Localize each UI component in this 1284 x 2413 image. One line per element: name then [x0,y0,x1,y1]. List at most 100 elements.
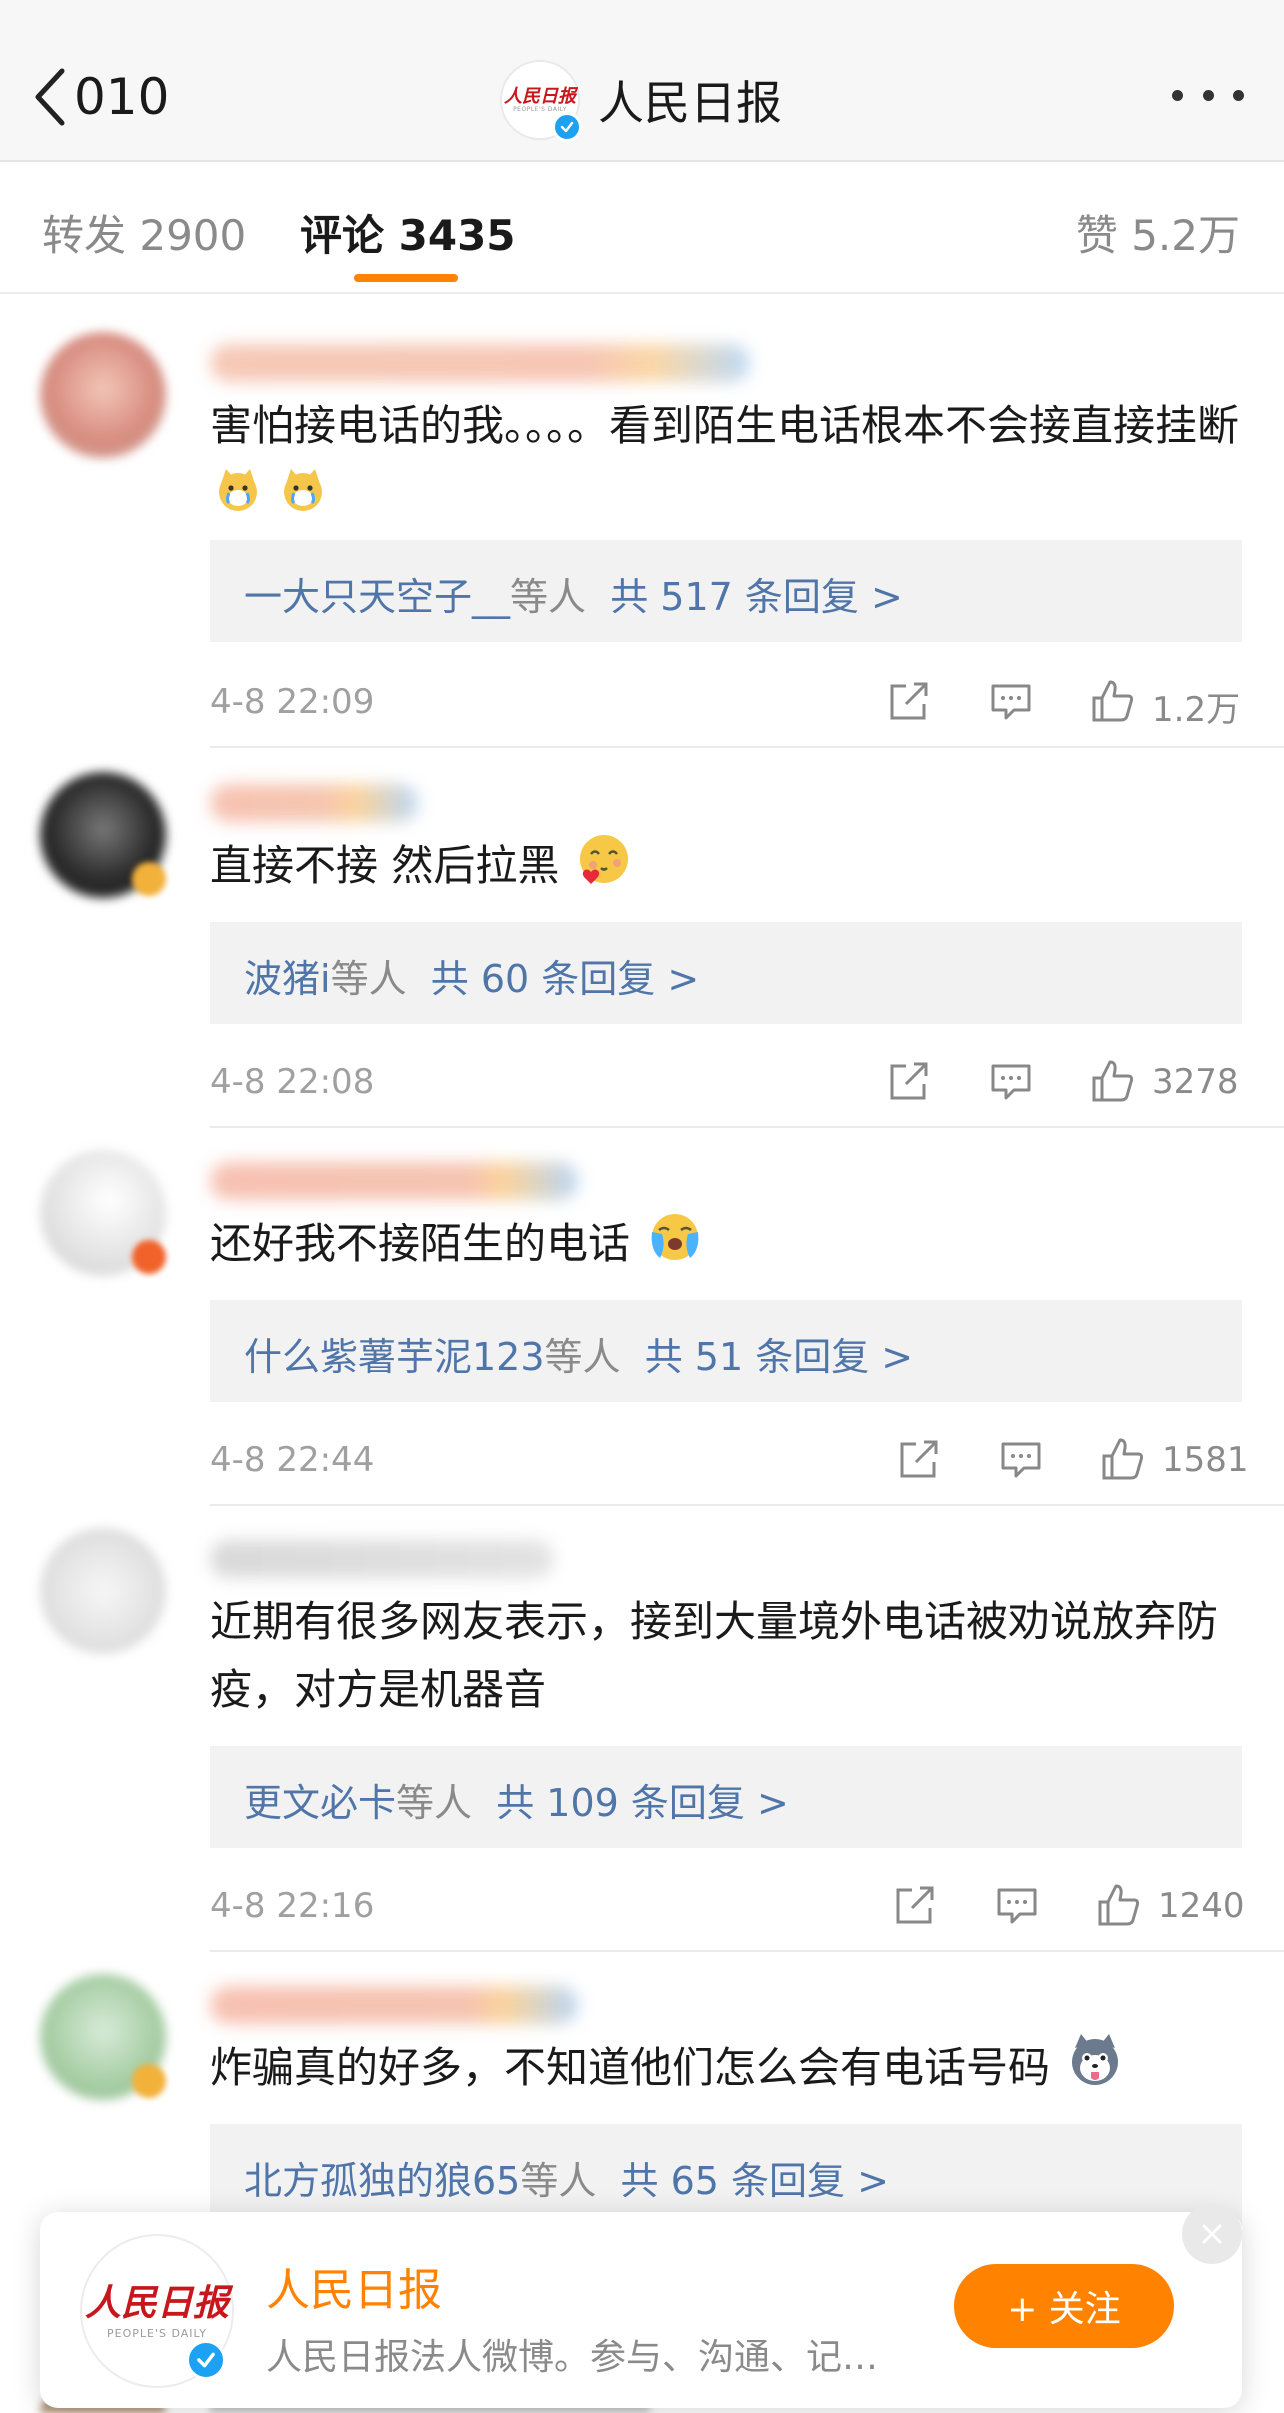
like-button[interactable] [1096,1882,1142,1928]
avatar-logo-en: PEOPLE'S DAILY [513,105,567,113]
share-button[interactable] [886,1058,932,1104]
comment-item: 炸骗真的好多，不知道他们怎么会有电话号码 北方孤独的狼65等人 共 65 条回复… [0,1952,1284,2252]
comment-text: 直接不接 然后拉黑 [210,832,1250,900]
thumbs-up-icon [1098,1884,1140,1926]
share-button[interactable] [896,1436,942,1482]
reply-users: 更文必卡 [244,1781,397,1825]
thumbs-up-icon [1092,1060,1134,1102]
tab-likes[interactable]: 赞 5.2万 [1076,202,1240,263]
account-name[interactable]: 人民日报 [266,2254,442,2318]
comment-meta: 4-8 22:08 3278 [210,1052,1250,1112]
share-icon [896,1886,934,1924]
like-count: 1240 [1158,1886,1245,1926]
reply-total: 共 60 条回复 > [430,957,700,1001]
username[interactable] [210,344,750,382]
comment-meta: 4-8 22:44 1581 [210,1430,1250,1490]
close-icon [1202,2224,1222,2244]
reply-separator: 等人 [520,2159,597,2203]
avatar[interactable] [40,1528,166,1654]
divider [210,746,1284,748]
husky-emoji [1072,2034,1119,2085]
follow-suggestion-card[interactable]: 人民日报 PEOPLE'S DAILY 人民日报 人民日报法人微博。参与、沟通、… [40,2212,1242,2408]
comment-text: 害怕接电话的我。。。。看到陌生电话根本不会接直接挂断 [210,392,1250,528]
share-button[interactable] [886,678,932,724]
reply-separator: 等人 [544,1335,621,1379]
comment-text: 炸骗真的好多，不知道他们怎么会有电话号码 [210,2034,1250,2102]
crying-cat-emoji [219,469,257,511]
share-button[interactable] [892,1882,938,1928]
comment-body: 近期有很多网友表示，接到大量境外电话被劝说放弃防疫，对方是机器音 [210,1597,1219,1714]
reply-preview[interactable]: 波猪i等人 共 60 条回复 > [210,922,1242,1024]
back-button[interactable]: 010 [30,62,169,132]
account-avatar[interactable]: 人民日报 PEOPLE'S DAILY [80,2234,234,2388]
thumbs-up-icon [1102,1438,1144,1480]
vip-badge-icon [132,1240,166,1274]
username[interactable] [210,1986,578,2024]
like-button[interactable] [1100,1436,1146,1482]
tab-reposts[interactable]: 转发 2900 [42,202,246,263]
reply-total: 共 109 条回复 > [496,1781,789,1825]
avatar-logo-en: PEOPLE'S DAILY [107,2326,207,2340]
avatar[interactable] [40,332,166,458]
reply-users: 什么紫薯芋泥123 [244,1335,545,1379]
reply-users: 一大只天空子__ [244,575,511,619]
active-tab-indicator [354,274,458,282]
like-button[interactable] [1090,1058,1136,1104]
comment-body: 炸骗真的好多，不知道他们怎么会有电话号码 [210,2043,1051,2092]
comment-body: 还好我不接陌生的电话 [210,1219,631,1268]
reply-separator: 等人 [510,575,587,619]
reply-summary: 什么紫薯芋泥123等人 共 51 条回复 > [244,1326,913,1381]
comment-meta: 4-8 22:09 1.2万 [210,672,1250,732]
comment-button[interactable] [988,678,1034,724]
crying-face-emoji [652,1214,699,1260]
reply-summary: 一大只天空子__等人 共 517 条回复 > [244,566,903,621]
tab-comments[interactable]: 评论 3435 [300,202,516,263]
username[interactable] [210,1540,554,1578]
comment-body: 直接不接 然后拉黑 [210,841,560,890]
more-options-button[interactable] [1172,80,1244,110]
reply-preview[interactable]: 一大只天空子__等人 共 517 条回复 > [210,540,1242,642]
thumbs-up-icon [1092,680,1134,722]
account-description: 人民日报法人微博。参与、沟通、记… [266,2337,879,2378]
loving-face-emoji [579,835,628,884]
avatar-logo-text: 人民日报 [84,2281,229,2324]
timestamp: 4-8 22:44 [210,1440,375,1480]
reply-preview[interactable]: 更文必卡等人 共 109 条回复 > [210,1746,1242,1848]
reply-preview[interactable]: 北方孤独的狼65等人 共 65 条回复 > [210,2124,1242,2226]
page-title: 人民日报 [598,76,782,130]
reply-total: 共 51 条回复 > [644,1335,914,1379]
comment-button[interactable] [994,1882,1040,1928]
comment-text: 近期有很多网友表示，接到大量境外电话被劝说放弃防疫，对方是机器音 [210,1588,1250,1724]
username[interactable] [210,784,418,822]
like-button[interactable] [1090,678,1136,724]
reply-total: 共 517 条回复 > [610,575,903,619]
share-icon [900,1440,938,1478]
comment-item: 还好我不接陌生的电话 什么紫薯芋泥123等人 共 51 条回复 > 4-8 22… [0,1128,1284,1506]
comment-body: 害怕接电话的我。。。。看到陌生电话根本不会接直接挂断 [210,401,1240,450]
reply-separator: 等人 [396,1781,473,1825]
tab-bar: 转发 2900 评论 3435 赞 5.2万 [0,162,1284,294]
top-nav-bar: 010 人民日报 PEOPLE'S DAILY 人民日报 [0,0,1284,162]
close-card-button[interactable] [1182,2204,1242,2264]
like-count: 1581 [1162,1440,1249,1480]
comment-item: 直接不接 然后拉黑 波猪i等人 共 60 条回复 > 4-8 22:08 327… [0,750,1284,1128]
comment-button[interactable] [998,1436,1044,1482]
reply-summary: 更文必卡等人 共 109 条回复 > [244,1772,789,1827]
reply-users: 波猪i [244,957,331,1001]
crying-cat-emoji [284,469,323,511]
like-count: 1.2万 [1152,690,1241,730]
chevron-left-icon [35,68,65,126]
comment-item: 近期有很多网友表示，接到大量境外电话被劝说放弃防疫，对方是机器音 更文必卡等人 … [0,1506,1284,1952]
comment-button[interactable] [988,1058,1034,1104]
vip-badge-icon [132,862,166,896]
username[interactable] [210,1162,578,1200]
reply-users: 北方孤独的狼65 [244,2159,521,2203]
more-dot-icon [1172,89,1183,101]
timestamp: 4-8 22:09 [210,682,375,722]
page-title-group[interactable]: 人民日报 PEOPLE'S DAILY 人民日报 [500,60,782,142]
reply-separator: 等人 [330,957,407,1001]
follow-button[interactable]: + 关注 [954,2264,1174,2348]
account-avatar[interactable]: 人民日报 PEOPLE'S DAILY [500,60,582,142]
reply-preview[interactable]: 什么紫薯芋泥123等人 共 51 条回复 > [210,1300,1242,1402]
reply-summary: 波猪i等人 共 60 条回复 > [244,948,699,1003]
